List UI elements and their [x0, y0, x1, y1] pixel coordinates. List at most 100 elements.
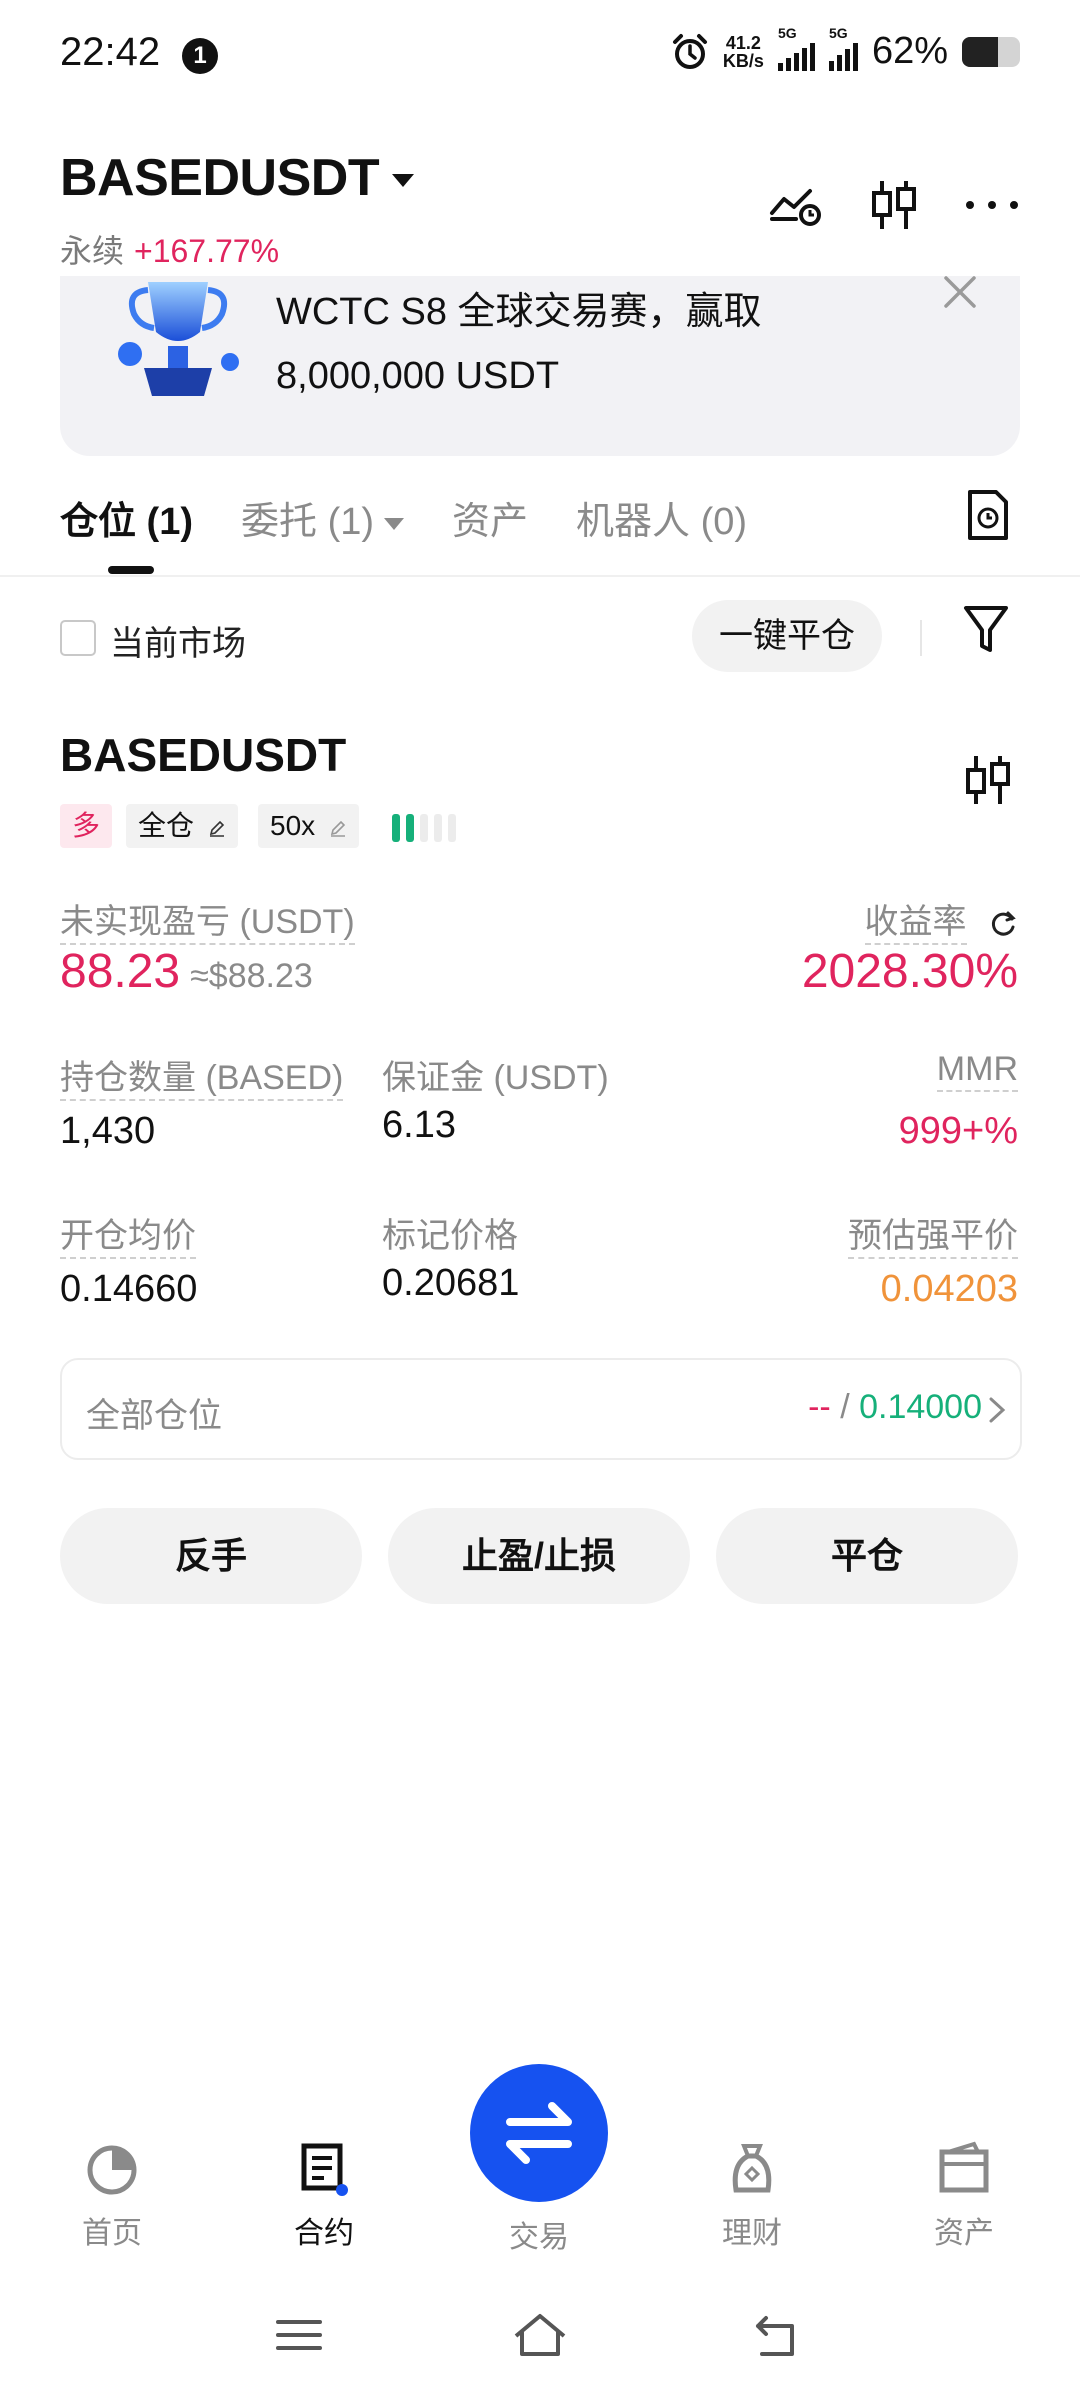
leverage-label: 50x — [270, 810, 316, 841]
nav-home[interactable]: 首页 — [52, 2140, 172, 2252]
unrealized-pnl-approx: ≈$88.23 — [190, 957, 313, 995]
status-icons: 41.2 KB/s 5G 5G 62% — [671, 25, 1020, 73]
mmr-label[interactable]: MMR — [936, 1050, 1018, 1092]
tab-positions[interactable]: 仓位 (1) — [60, 490, 193, 545]
nav-home-label: 首页 — [82, 2217, 142, 2250]
home-icon — [87, 2145, 137, 2195]
signal-1-label: 5G — [777, 24, 797, 41]
filter-separator — [920, 620, 922, 656]
nav-assets[interactable]: 资产 — [904, 2140, 1024, 2252]
symbol-subtitle: 永续 +167.77% — [60, 226, 279, 272]
battery-percent: 62% — [871, 30, 948, 72]
history-document-icon[interactable] — [966, 488, 1010, 542]
refresh-share-icon[interactable] — [988, 909, 1018, 939]
tab-assets[interactable]: 资产 — [452, 490, 528, 545]
entry-price-value: 0.14660 — [60, 1268, 198, 1310]
size-value: 1,430 — [60, 1110, 156, 1152]
unrealized-pnl-label[interactable]: 未实现盈亏 (USDT) — [60, 903, 355, 945]
close-icon[interactable] — [940, 272, 980, 312]
futures-icon — [301, 2143, 348, 2196]
trade-button[interactable] — [470, 2064, 608, 2202]
margin-value: 6.13 — [382, 1104, 456, 1146]
contract-type: 永续 — [60, 233, 125, 269]
mark-price-value: 0.20681 — [382, 1262, 520, 1304]
liq-price-label[interactable]: 预估强平价 — [848, 1217, 1018, 1259]
banner-text[interactable]: WCTC S8 全球交易赛，赢取 8,000,000 USDT — [276, 280, 762, 408]
unrealized-pnl-label-wrap: 未实现盈亏 (USDT) — [60, 894, 355, 945]
trophy-icon — [118, 282, 239, 396]
banner-line-2: 8,000,000 USDT — [276, 355, 560, 397]
adl-indicator — [392, 814, 456, 842]
home-nav-icon[interactable] — [512, 2310, 568, 2360]
nav-futures-label: 合约 — [294, 2217, 354, 2250]
all-positions-label: 全部仓位 — [86, 1397, 222, 1435]
nav-trade-label[interactable]: 交易 — [470, 2212, 608, 2256]
mark-price-label: 标记价格 — [382, 1217, 518, 1255]
more-icon[interactable] — [962, 175, 1022, 235]
reverse-button[interactable]: 反手 — [60, 1508, 362, 1604]
net-speed-value: 41.2 — [725, 32, 761, 53]
current-market-checkbox[interactable] — [60, 620, 96, 656]
adl-bar — [406, 814, 414, 842]
side-long-tag: 多 — [60, 804, 112, 848]
filter-icon[interactable] — [962, 602, 1010, 658]
candlestick-chart-icon[interactable] — [962, 752, 1014, 808]
close-position-button[interactable]: 平仓 — [716, 1508, 1018, 1604]
candlestick-chart-icon[interactable] — [864, 175, 924, 235]
tpsl-values: -- / 0.14000 — [808, 1388, 982, 1427]
chevron-down-icon — [384, 517, 405, 530]
wallet-icon — [939, 2141, 989, 2193]
chevron-right-icon — [989, 1397, 1006, 1423]
net-speed: 41.2 KB/s — [723, 34, 764, 70]
adl-bar — [434, 814, 442, 842]
swap-icon — [506, 2102, 572, 2164]
roe-label-wrap[interactable]: 收益率 — [864, 894, 1018, 945]
status-time: 22:42 — [60, 30, 161, 74]
nav-earn[interactable]: 理财 — [692, 2140, 812, 2252]
price-alert-icon[interactable] — [766, 175, 826, 235]
roe-value: 2028.30% — [801, 945, 1018, 998]
signal-icon-2: 5G — [828, 25, 858, 71]
size-label[interactable]: 持仓数量 (BASED) — [60, 1059, 344, 1101]
notification-badge: 1 — [182, 38, 218, 74]
signal-icon-1: 5G — [777, 25, 815, 71]
net-speed-unit: KB/s — [722, 50, 764, 71]
liq-price-value: 0.04203 — [880, 1268, 1018, 1310]
adl-bar — [392, 814, 400, 842]
nav-futures[interactable]: 合约 — [264, 2140, 384, 2252]
roe-label: 收益率 — [864, 903, 967, 945]
banner-line-1: WCTC S8 全球交易赛，赢取 — [276, 291, 762, 333]
margin-mode-label: 全仓 — [138, 810, 195, 841]
take-profit-value: -- — [808, 1388, 831, 1426]
tabs-divider — [0, 575, 1080, 577]
back-icon[interactable] — [752, 2310, 802, 2360]
edit-icon — [209, 820, 224, 837]
leverage-tag[interactable]: 50x — [258, 804, 359, 848]
tab-bots[interactable]: 机器人 (0) — [576, 490, 747, 545]
signal-2-label: 5G — [828, 24, 848, 41]
entry-price-label[interactable]: 开仓均价 — [60, 1217, 196, 1259]
tpsl-button[interactable]: 止盈/止损 — [388, 1508, 690, 1604]
tab-orders-label: 委托 (1) — [241, 501, 375, 543]
symbol-dropdown-icon[interactable] — [392, 174, 414, 187]
menu-icon[interactable] — [274, 2310, 324, 2360]
nav-earn-label: 理财 — [722, 2217, 782, 2250]
symbol-title[interactable]: BASEDUSDT — [60, 148, 380, 208]
mmr-value: 999+% — [898, 1110, 1018, 1152]
active-tab-indicator — [108, 566, 154, 574]
unrealized-pnl-value: 88.23 — [60, 945, 181, 998]
close-all-button[interactable]: 一键平仓 — [692, 600, 882, 672]
stop-loss-value: 0.14000 — [859, 1388, 982, 1426]
position-tabs: 仓位 (1) 委托 (1) 资产 机器人 (0) — [60, 490, 795, 545]
position-symbol[interactable]: BASEDUSDT — [60, 728, 346, 782]
earn-bag-icon — [732, 2144, 772, 2193]
tab-orders[interactable]: 委托 (1) — [241, 490, 405, 545]
battery-icon — [962, 36, 1020, 67]
tpsl-separator: / — [830, 1388, 860, 1426]
margin-mode-tag[interactable]: 全仓 — [126, 804, 238, 848]
unrealized-pnl: 88.23 ≈$88.23 — [60, 944, 313, 999]
adl-bar — [420, 814, 428, 842]
edit-icon — [330, 820, 346, 837]
current-market-label[interactable]: 当前市场 — [110, 616, 246, 665]
nav-assets-label: 资产 — [934, 2217, 994, 2250]
